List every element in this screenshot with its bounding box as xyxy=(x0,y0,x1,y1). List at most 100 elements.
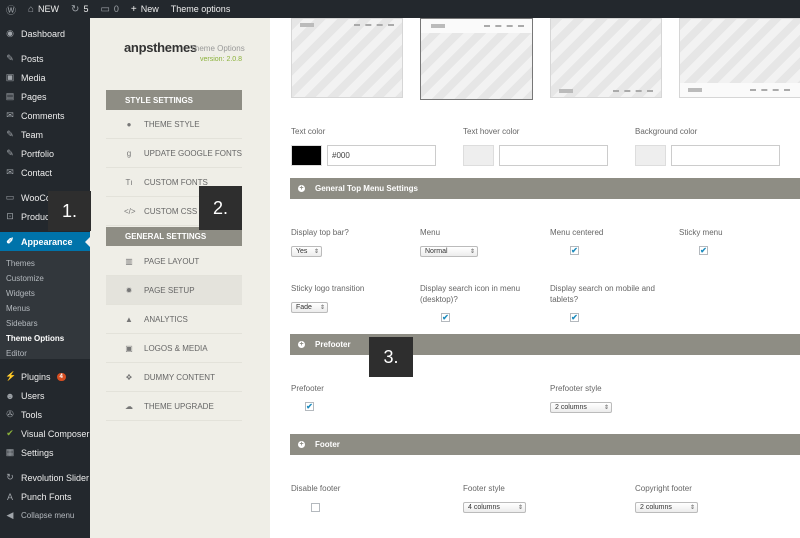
menu-item-punch-fonts[interactable]: A Punch Fonts xyxy=(0,487,90,506)
top-menu-settings-header[interactable]: + General Top Menu Settings xyxy=(290,178,800,199)
copyright-footer-select[interactable]: 2 columns ⇕ xyxy=(635,502,698,513)
section-title: Footer xyxy=(315,440,340,449)
brush-icon: ✐ xyxy=(6,236,14,246)
menu-label: Appearance xyxy=(21,236,73,247)
thumb-menu-dashes xyxy=(750,89,790,91)
page-icon: ▤ xyxy=(5,91,15,101)
sticky-logo-transition-select[interactable]: Fade ⇕ xyxy=(291,302,328,313)
select-arrows-icon: ⇕ xyxy=(319,305,325,311)
menu-item-tools[interactable]: ✇ Tools xyxy=(0,405,90,424)
menu-centered-checkbox[interactable]: ✔ xyxy=(570,246,579,255)
header-layout-option-3[interactable] xyxy=(550,18,662,98)
menu-item-comments[interactable]: ✉ Comments xyxy=(0,106,90,125)
text-color-input[interactable] xyxy=(327,145,436,166)
menu-item-pages[interactable]: ▤ Pages xyxy=(0,87,90,106)
submenu-sidebars[interactable]: Sidebars xyxy=(0,316,90,331)
search-icon-label-line2: (desktop)? xyxy=(420,295,458,304)
text-hover-color-input[interactable] xyxy=(499,145,608,166)
chart-icon: ▲ xyxy=(125,314,133,324)
site-name-link[interactable]: ⌂ NEW xyxy=(22,0,65,18)
menu-item-team[interactable]: ✎ Team xyxy=(0,125,90,144)
menu-label: Portfolio xyxy=(21,148,55,159)
submenu-theme-options[interactable]: Theme Options xyxy=(0,331,90,346)
image-icon: ▣ xyxy=(125,343,133,353)
header-layout-option-1[interactable] xyxy=(291,18,403,98)
menu-item-plugins[interactable]: ⚡ Plugins 4 xyxy=(0,367,90,386)
wrench-icon: ✇ xyxy=(6,409,14,419)
footer-style-select[interactable]: 4 columns ⇕ xyxy=(463,502,526,513)
plus-icon: + xyxy=(298,185,305,192)
search-mobile-checkbox[interactable]: ✔ xyxy=(570,313,579,322)
prefooter-style-select[interactable]: 2 columns ⇕ xyxy=(550,402,612,413)
refresh-icon: ↻ xyxy=(6,472,14,482)
main-content: Text color Text hover color Background c… xyxy=(270,18,800,538)
nav-label: CUSTOM CSS xyxy=(144,206,198,216)
display-top-bar-select[interactable]: Yes ⇕ xyxy=(291,246,322,257)
nav-page-setup[interactable]: ✹ PAGE SETUP xyxy=(106,276,242,305)
collapse-menu-button[interactable]: ◀ Collapse menu xyxy=(0,506,90,525)
footer-header[interactable]: + Footer xyxy=(290,434,800,455)
select-value: 4 columns xyxy=(468,504,500,511)
background-color-swatch[interactable] xyxy=(635,145,666,166)
submenu-customize[interactable]: Customize xyxy=(0,271,90,286)
menu-item-posts[interactable]: ✎ Posts xyxy=(0,49,90,68)
menu-item-settings[interactable]: ▦ Settings xyxy=(0,443,90,462)
updates-link[interactable]: ↻ 5 xyxy=(65,0,94,18)
theme-options-link[interactable]: Theme options xyxy=(165,0,237,18)
menu-item-appearance[interactable]: ✐ Appearance xyxy=(0,232,90,251)
nav-analytics[interactable]: ▲ ANALYTICS xyxy=(106,305,242,334)
disable-footer-checkbox[interactable] xyxy=(311,503,320,512)
nav-logos-media[interactable]: ▣ LOGOS & MEDIA xyxy=(106,334,242,363)
nav-dummy-content[interactable]: ❖ DUMMY CONTENT xyxy=(106,363,242,392)
menu-type-select[interactable]: Normal ⇕ xyxy=(420,246,478,257)
select-arrows-icon: ⇕ xyxy=(469,249,475,255)
disable-footer-label: Disable footer xyxy=(291,484,341,493)
thumb-logo-block xyxy=(688,88,702,92)
plus-icon: + xyxy=(298,441,305,448)
background-color-input[interactable] xyxy=(671,145,780,166)
nav-update-google-fonts[interactable]: g UPDATE GOOGLE FONTS xyxy=(106,139,242,168)
display-top-bar-label: Display top bar? xyxy=(291,228,349,237)
submenu-widgets[interactable]: Widgets xyxy=(0,286,90,301)
header-layout-option-2[interactable] xyxy=(420,18,533,100)
text-hover-color-label: Text hover color xyxy=(463,127,520,136)
nav-page-layout[interactable]: ▥ PAGE LAYOUT xyxy=(106,247,242,276)
dashboard-icon: ◉ xyxy=(6,28,14,38)
sticky-logo-transition-label: Sticky logo transition xyxy=(291,284,365,293)
menu-item-portfolio[interactable]: ✎ Portfolio xyxy=(0,144,90,163)
submenu-editor[interactable]: Editor xyxy=(0,346,90,361)
text-hover-color-swatch[interactable] xyxy=(463,145,494,166)
menu-item-visual-composer[interactable]: ✔ Visual Composer xyxy=(0,424,90,443)
refresh-icon: ↻ xyxy=(71,3,80,15)
submenu-themes[interactable]: Themes xyxy=(0,256,90,271)
prefooter-header[interactable]: + Prefooter xyxy=(290,334,800,355)
search-mobile-label-line2: tablets? xyxy=(550,295,579,304)
menu-item-dashboard[interactable]: ◉ Dashboard xyxy=(0,24,90,43)
comments-link[interactable]: ▭ 0 xyxy=(94,0,124,18)
search-icon-label-line1: Display search icon in menu xyxy=(420,284,521,293)
search-icon-checkbox[interactable]: ✔ xyxy=(441,313,450,322)
nav-label: THEME STYLE xyxy=(144,119,200,129)
menu-label: Menu xyxy=(420,228,441,237)
thumb-logo-block xyxy=(300,23,314,27)
font-icon: A xyxy=(6,491,13,502)
select-value: 2 columns xyxy=(555,404,587,411)
prefooter-checkbox[interactable]: ✔ xyxy=(305,402,314,411)
new-content-link[interactable]: + New xyxy=(125,0,165,18)
comment-icon: ▭ xyxy=(100,3,110,15)
text-color-swatch[interactable] xyxy=(291,145,322,166)
menu-label: Produc xyxy=(21,211,50,222)
menu-item-contact[interactable]: ✉ Contact xyxy=(0,163,90,182)
submenu-menus[interactable]: Menus xyxy=(0,301,90,316)
nav-theme-style[interactable]: ● THEME STYLE xyxy=(106,110,242,139)
menu-item-users[interactable]: ☻ Users xyxy=(0,386,90,405)
select-arrows-icon: ⇕ xyxy=(313,249,319,255)
header-layout-option-4[interactable] xyxy=(679,18,800,98)
wp-logo-menu[interactable]: Ⓦ xyxy=(0,0,22,18)
nav-theme-upgrade[interactable]: ☁ THEME UPGRADE xyxy=(106,392,242,421)
sticky-menu-checkbox[interactable]: ✔ xyxy=(699,246,708,255)
menu-item-media[interactable]: ▣ Media xyxy=(0,68,90,87)
new-label: New xyxy=(140,4,159,14)
menu-item-revolution-slider[interactable]: ↻ Revolution Slider xyxy=(0,468,90,487)
step-marker-3: 3. xyxy=(369,337,413,377)
